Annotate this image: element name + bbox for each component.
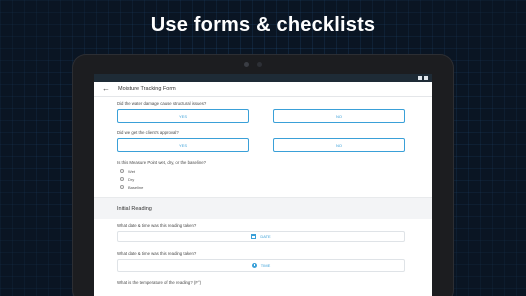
time-button[interactable]: TIME xyxy=(117,259,405,272)
headline: Use forms & checklists xyxy=(150,14,376,36)
app-title: Moisture Tracking Form xyxy=(118,86,176,92)
question-structural-issues: Did the water damage cause structural is… xyxy=(117,101,207,106)
radio-circle-icon[interactable] xyxy=(120,177,124,181)
clock-icon xyxy=(251,263,257,268)
question-temperature: What is the temperature of the reading? … xyxy=(117,280,202,285)
radio-dry[interactable]: Dry xyxy=(94,175,432,183)
wifi-icon xyxy=(418,76,422,80)
battery-icon xyxy=(424,76,428,80)
q1-button-row: YES NO xyxy=(94,109,432,123)
sensor-icon xyxy=(257,62,262,67)
radio-wet[interactable]: Wet xyxy=(94,167,432,175)
date-button-label: DATE xyxy=(260,234,271,239)
tablet-device: ← Moisture Tracking Form Did the water d… xyxy=(72,54,454,296)
question-reading-time: What date & time was this reading taken? xyxy=(117,251,197,256)
radio-label-wet: Wet xyxy=(128,168,136,174)
q1-yes-button[interactable]: YES xyxy=(117,109,249,123)
form-content: Did the water damage cause structural is… xyxy=(94,101,432,285)
radio-baseline[interactable]: Baseline xyxy=(94,183,432,191)
question-measure-point: Is this Measure Point wet, dry, or the b… xyxy=(117,160,207,165)
arrow-back-icon[interactable]: ← xyxy=(102,85,110,93)
q1-no-button[interactable]: NO xyxy=(273,109,405,123)
calendar-icon xyxy=(251,234,257,239)
status-bar xyxy=(94,74,432,82)
camera-icon xyxy=(244,62,249,67)
q2-no-button[interactable]: NO xyxy=(273,138,405,152)
question-reading-date: What date & time was this reading taken? xyxy=(117,223,197,228)
status-icons xyxy=(418,76,428,80)
radio-label-baseline: Baseline xyxy=(128,184,144,190)
radio-circle-icon[interactable] xyxy=(120,185,124,189)
radio-label-dry: Dry xyxy=(128,176,135,182)
q2-yes-button[interactable]: YES xyxy=(117,138,249,152)
app-bar: ← Moisture Tracking Form xyxy=(94,82,432,97)
tablet-screen: ← Moisture Tracking Form Did the water d… xyxy=(94,74,432,296)
radio-circle-icon[interactable] xyxy=(120,169,124,173)
time-button-label: TIME xyxy=(260,263,271,268)
q2-button-row: YES NO xyxy=(94,138,432,152)
question-client-approval: Did we get the client's approval? xyxy=(117,130,179,135)
date-button[interactable]: DATE xyxy=(117,231,405,242)
section-header-initial-reading: Initial Reading xyxy=(94,197,432,219)
